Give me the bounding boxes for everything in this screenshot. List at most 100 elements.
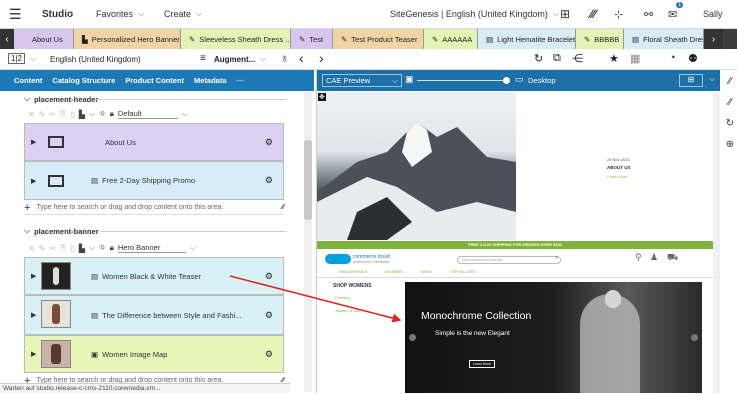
lightbulb-icon[interactable]: ♁ — [280, 51, 289, 65]
tab-test-product-teaser[interactable]: ✎ Test Product Teaser — [333, 29, 424, 49]
user-menu[interactable]: Sally — [703, 9, 723, 19]
globe-icon[interactable]: ⊕ — [726, 139, 734, 150]
notifications-icon[interactable]: ✉ 1 — [668, 1, 684, 21]
nav-new-arrivals[interactable]: NEW ARRIVALS — [339, 270, 367, 274]
workflow-icon[interactable]: ⚯ — [644, 8, 653, 21]
scrollbar[interactable] — [304, 92, 312, 392]
more-tabs-icon[interactable]: ··· — [237, 76, 245, 85]
time-slider-track[interactable] — [417, 80, 505, 81]
expand-icon[interactable]: ▶ — [31, 177, 36, 185]
paste-icon[interactable]: ▯ — [71, 110, 75, 119]
settings-icon[interactable]: ⚙ — [265, 271, 273, 282]
tab-test[interactable]: ✎ Test — [291, 29, 333, 49]
pencil-icon[interactable]: ✎ — [39, 110, 46, 119]
library-icon[interactable]: ∕∕ — [728, 76, 731, 87]
tab-floral-sheath-dress[interactable]: ▤ Floral Sheath Dress — [624, 29, 704, 49]
settings-icon[interactable]: ⚙ — [265, 310, 273, 321]
side-link-jewelry[interactable]: Jewelry & Acc... — [335, 308, 363, 313]
hero-learn-more-button[interactable]: Learn More — [469, 360, 495, 368]
content-type-icon[interactable]: ▙ — [79, 110, 85, 119]
tab-sleeveless-sheath-dress[interactable]: ✎ Sleeveless Sheath Dress ... — [181, 29, 291, 49]
expand-icon[interactable]: ▶ — [31, 138, 36, 146]
calendar-icon[interactable]: ▣ — [405, 74, 414, 85]
list-item[interactable]: ▶ ▤ Free 2-Day Shipping Promo ⚙ — [24, 161, 284, 200]
view-type-select[interactable]: Hero Banner — [117, 243, 186, 253]
settings-icon[interactable]: ⚙ — [265, 349, 273, 360]
list-item[interactable]: ▶ ▤ The Difference between Style and Fas… — [24, 295, 284, 335]
tab-metadata[interactable]: Metadata — [194, 76, 227, 85]
hero-banner[interactable]: Monochrome Collection Simple is the new … — [405, 282, 702, 393]
chevron-down-icon[interactable]: ⌵ — [190, 243, 196, 253]
nav-mens[interactable]: MENS — [421, 270, 432, 274]
account-icon[interactable]: ♟ — [650, 252, 658, 263]
image-icon[interactable]: ▦ — [630, 52, 640, 65]
chevron-down-icon[interactable]: ⌵ — [709, 74, 715, 84]
time-slider-handle[interactable] — [503, 77, 510, 84]
tab-content[interactable]: Content — [14, 76, 42, 85]
open-external-icon[interactable]: ⧉ — [553, 52, 561, 65]
expand-icon[interactable]: ▶ — [31, 272, 36, 280]
chevron-down-icon[interactable]: ⌵ — [89, 243, 95, 253]
pencil-icon[interactable]: ✎ — [39, 244, 46, 253]
user-assign-icon[interactable]: ⚉ — [688, 52, 698, 65]
share-icon[interactable]: ⋲ — [572, 52, 583, 65]
cart-icon[interactable]: ⛟ — [667, 252, 678, 264]
tab-scroll-right-icon[interactable]: › — [704, 29, 723, 49]
paste-icon[interactable]: ▯ — [71, 244, 75, 253]
list-item[interactable]: ▶ About Us ⚙ — [24, 123, 284, 161]
create-menu[interactable]: Create ⌵ — [164, 9, 202, 19]
carousel-prev-icon[interactable] — [409, 334, 416, 341]
move-icon[interactable]: ✥ — [318, 93, 326, 101]
preview-mode-select[interactable]: CAE Preview ⌵ — [322, 74, 402, 87]
expand-right-icon[interactable]: › — [319, 50, 324, 66]
library-icon[interactable]: ∕∕ — [728, 97, 731, 108]
carousel-next-icon[interactable] — [691, 334, 698, 341]
chevron-down-icon[interactable]: ⌵ — [260, 54, 266, 64]
nav-womens[interactable]: WOMENS — [385, 270, 403, 274]
placement-header-section[interactable]: ⌵ placement-header — [24, 94, 98, 104]
library-icon[interactable]: ∕∕∕ — [590, 7, 596, 21]
preview-target-icon[interactable]: ⊹ — [614, 8, 623, 21]
close-icon[interactable]: ✕ — [28, 244, 35, 253]
list-item[interactable]: ▶ ▤ Women Black & White Teaser ⚙ — [24, 257, 284, 295]
tab-personalized-hero-banner[interactable]: ▙ Personalized Hero Banner — [74, 29, 181, 49]
clock-icon[interactable]: ◔ — [669, 52, 676, 64]
location-pin-icon[interactable]: ⚲ — [635, 252, 642, 263]
copy-icon[interactable]: ⎘ — [60, 243, 66, 253]
chevron-down-icon[interactable]: ⌵ — [30, 54, 36, 64]
settings-icon[interactable]: ⚙ — [265, 175, 273, 186]
preview-scrollbar[interactable] — [713, 92, 720, 393]
tab-aaaaaa[interactable]: ✎ AAAAAA — [424, 29, 478, 49]
split-view-icon[interactable]: 1|2 — [8, 53, 25, 64]
device-label[interactable]: Desktop — [528, 76, 556, 85]
tab-catalog-structure[interactable]: Catalog Structure — [52, 76, 115, 85]
nav-top-sellers[interactable]: TOP SELLERS — [450, 270, 476, 274]
tab-bbbbb[interactable]: ✎ BBBBB — [576, 29, 624, 49]
tab-light-hematite-bracelet[interactable]: ▤ Light Hematite Bracelet — [478, 29, 576, 49]
site-selector[interactable]: SiteGenesis | English (United Kingdom) ⌵ — [390, 9, 559, 19]
close-icon[interactable]: ✕ — [28, 110, 35, 119]
view-type-select[interactable]: Default — [117, 109, 178, 119]
chevron-down-icon[interactable]: ⌵ — [89, 109, 95, 119]
expand-icon[interactable]: ▶ — [31, 350, 36, 358]
scrollbar-thumb[interactable] — [304, 140, 312, 220]
cut-icon[interactable]: ✂ — [49, 110, 56, 119]
expand-icon[interactable]: ▶ — [31, 311, 36, 319]
collapse-left-icon[interactable]: ‹ — [299, 50, 304, 66]
star-icon[interactable]: ★ — [609, 52, 619, 65]
shop-search-input[interactable]: Enter Keyword or Item No. — [457, 256, 561, 264]
side-link-clothing[interactable]: Clothing — [335, 295, 350, 300]
settings-icon[interactable]: ⚙ — [265, 137, 273, 148]
about-learn-more[interactable]: Learn More — [607, 174, 627, 179]
hierarchy-icon[interactable]: ⛗ — [99, 109, 105, 119]
tab-about-us[interactable]: About Us — [14, 29, 74, 49]
list-item[interactable]: ▶ ▣ Women Image Map ⚙ — [24, 335, 284, 373]
favorites-menu[interactable]: Favorites ⌵ — [96, 9, 144, 19]
add-content-field[interactable]: + Type here to search or drag and drop co… — [24, 201, 284, 215]
monitor-icon[interactable]: ▭ — [515, 74, 524, 85]
shipping-banner[interactable]: FREE 2-DAY SHIPPING FOR ORDERS OVER $150 — [317, 241, 713, 249]
hierarchy-icon[interactable]: ⛗ — [99, 243, 105, 253]
search-icon[interactable]: ⌕ — [555, 255, 558, 262]
locale-label[interactable]: English (United Kingdom) — [50, 55, 141, 64]
apps-grid-icon[interactable]: ⊞ — [560, 7, 570, 21]
